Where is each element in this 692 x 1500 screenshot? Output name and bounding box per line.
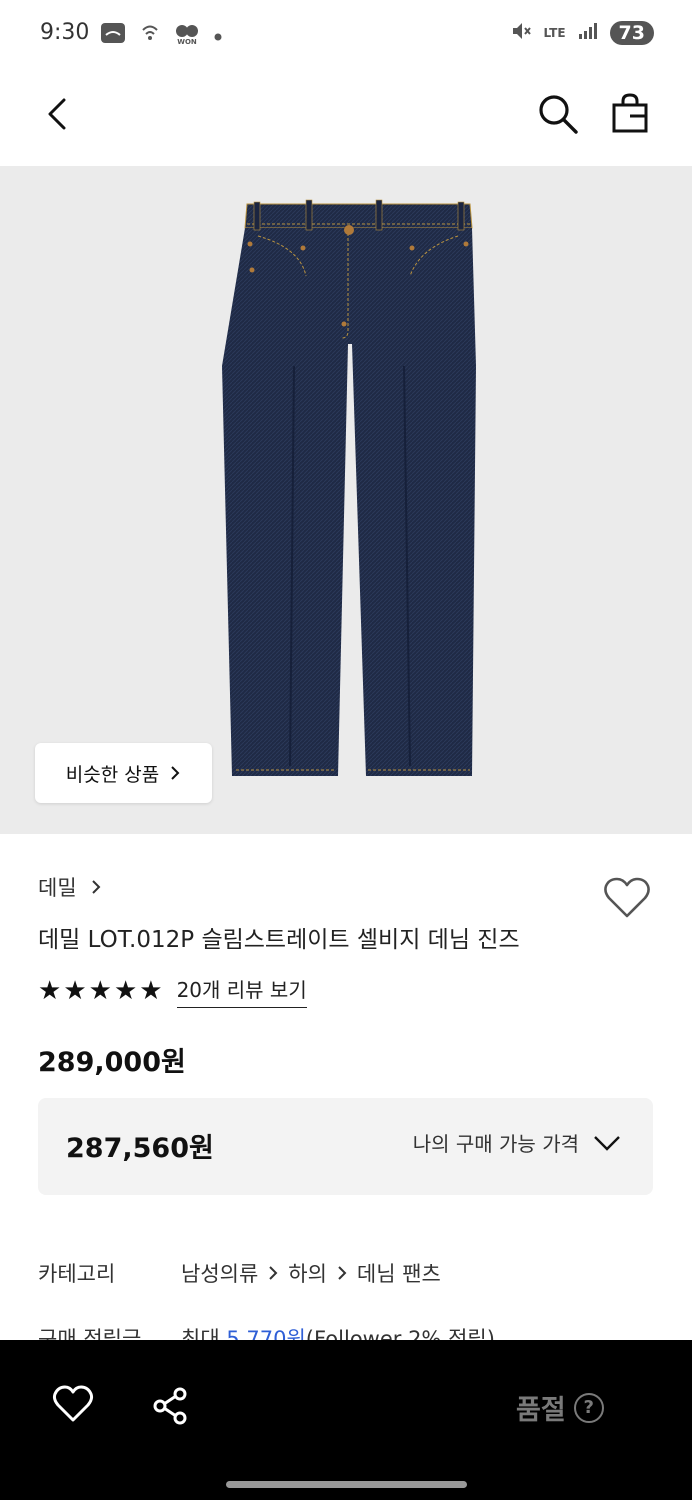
- lte-indicator: LTE: [543, 26, 566, 40]
- similar-products-button[interactable]: 비슷한 상품: [35, 743, 212, 803]
- my-price-toggle[interactable]: 나의 구매 가능 가격: [413, 1128, 621, 1157]
- question-circle-icon[interactable]: ?: [573, 1392, 604, 1423]
- share-button[interactable]: [150, 1386, 192, 1426]
- back-arrow-icon: [48, 98, 66, 130]
- shopping-bag-icon: [612, 93, 648, 133]
- star-icon: ★: [38, 976, 62, 1006]
- category-item[interactable]: 남성의류: [181, 1258, 258, 1288]
- cart-button[interactable]: [608, 92, 652, 136]
- product-name: 데밀 LOT.012P 슬림스트레이트 셀비지 데님 진즈: [38, 927, 520, 953]
- brand-name: 데밀: [38, 876, 77, 900]
- my-price-box[interactable]: 287,560원 나의 구매 가능 가격: [38, 1098, 653, 1195]
- notification-dot-icon: [214, 26, 222, 45]
- product-image[interactable]: [0, 166, 692, 834]
- status-time: 9:30: [40, 20, 90, 45]
- back-button[interactable]: [40, 94, 80, 134]
- bottom-wishlist-button[interactable]: [52, 1384, 94, 1424]
- status-right: LTE 73: [510, 20, 654, 46]
- search-icon: [539, 95, 578, 134]
- jeans-image: [222, 199, 476, 776]
- mute-icon: [510, 20, 532, 46]
- cast-icon: [100, 22, 126, 48]
- chevron-down-icon: [594, 1135, 620, 1151]
- status-bar: 9:30 WON LTE 73: [0, 0, 692, 70]
- chevron-right-icon: [338, 1266, 347, 1280]
- review-link[interactable]: 20개 리뷰 보기: [176, 974, 307, 1008]
- bottom-action-bar: 품절 ?: [0, 1340, 692, 1500]
- star-icon: ★: [63, 976, 87, 1006]
- soldout-status: 품절 ?: [516, 1388, 604, 1427]
- wishlist-button[interactable]: [602, 874, 652, 922]
- top-nav: [0, 70, 692, 166]
- category-breadcrumb: 남성의류 하의 데님 팬츠: [181, 1258, 441, 1288]
- my-price-label: 나의 구매 가능 가격: [412, 1132, 579, 1156]
- product-price: 289,000원: [38, 1047, 186, 1078]
- star-icon: ★: [88, 976, 112, 1006]
- star-icon: ★: [113, 976, 138, 1006]
- rating-stars: ★ ★ ★ ★ ★: [38, 978, 163, 1004]
- status-left-icons: WON: [100, 22, 222, 48]
- category-label: 카테고리: [38, 1262, 116, 1286]
- chevron-right-icon: [171, 766, 180, 780]
- share-icon: [153, 1387, 187, 1425]
- heart-icon: [604, 877, 650, 918]
- category-item[interactable]: 데님 팬츠: [357, 1258, 441, 1288]
- brand-link[interactable]: 데밀: [38, 872, 101, 902]
- soldout-label: 품절: [516, 1395, 566, 1426]
- wifi-call-icon: [140, 22, 160, 48]
- won-label: WON: [177, 38, 197, 46]
- home-indicator[interactable]: [226, 1481, 467, 1488]
- star-icon: ★: [139, 976, 163, 1006]
- similar-products-label: 비슷한 상품: [65, 763, 160, 786]
- rating-row: ★ ★ ★ ★ ★ 20개 리뷰 보기: [38, 974, 307, 1008]
- heart-icon: [52, 1385, 94, 1422]
- chevron-right-icon: [269, 1266, 278, 1280]
- won-icon: WON: [174, 24, 200, 46]
- search-button[interactable]: [536, 92, 580, 136]
- category-row: 카테고리 남성의류 하의 데님 팬츠: [38, 1258, 678, 1298]
- my-price: 287,560원: [66, 1133, 214, 1164]
- battery-indicator: 73: [609, 21, 654, 45]
- chevron-right-icon: [91, 880, 101, 894]
- signal-icon: [578, 22, 598, 44]
- category-item[interactable]: 하의: [288, 1258, 327, 1288]
